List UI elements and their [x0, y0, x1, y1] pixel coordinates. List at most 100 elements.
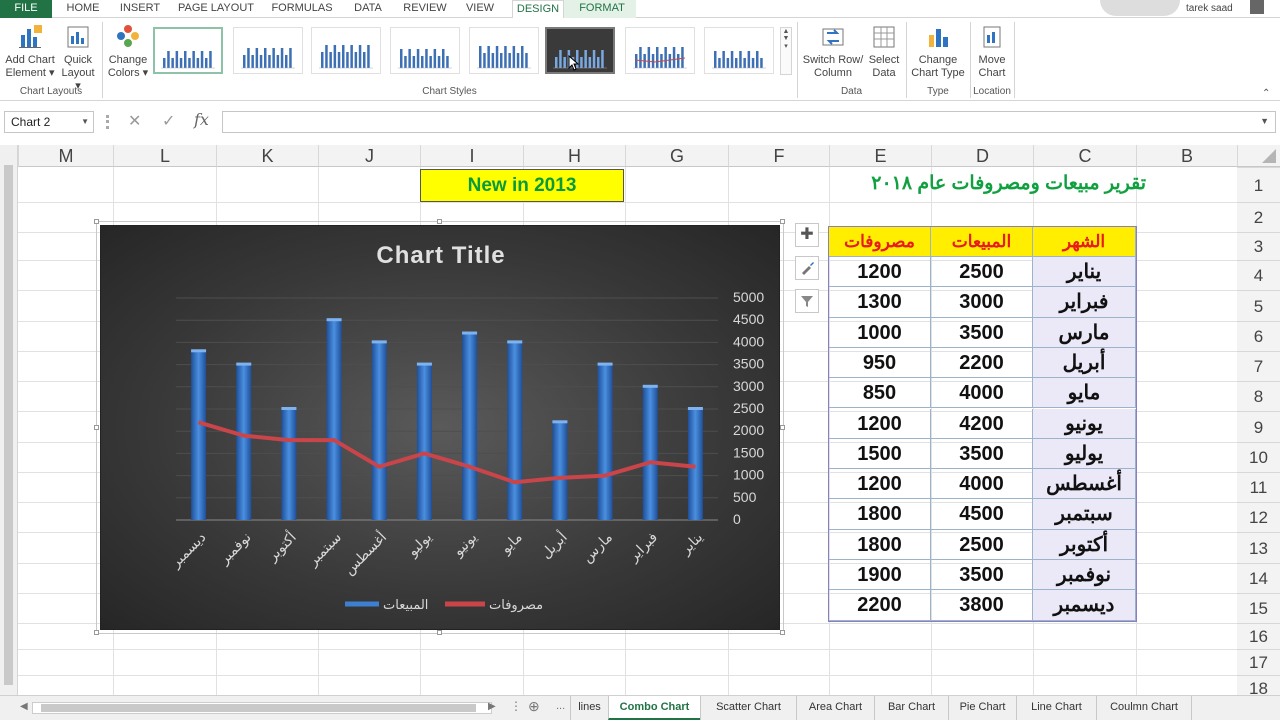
table-cell-expenses[interactable]: 1900: [829, 560, 931, 591]
row-header[interactable]: 17: [1237, 649, 1280, 675]
table-cell-month[interactable]: أبريل: [1033, 347, 1136, 379]
tab-view[interactable]: VIEW: [460, 0, 500, 18]
horizontal-scrollbar[interactable]: [32, 702, 492, 714]
insert-function-icon[interactable]: fx: [194, 110, 209, 129]
cancel-icon[interactable]: ✕: [128, 111, 141, 131]
bar-sales[interactable]: [416, 364, 432, 520]
scroll-left-icon[interactable]: ◀: [20, 701, 28, 712]
column-header[interactable]: K: [216, 145, 318, 167]
sheet-tab-coulmn-chart[interactable]: Coulmn Chart: [1096, 696, 1192, 720]
row-header[interactable]: 2: [1237, 202, 1280, 232]
row-header[interactable]: 12: [1237, 502, 1280, 532]
table-cell-expenses[interactable]: 1800: [829, 499, 931, 530]
table-cell-sales[interactable]: 2500: [931, 529, 1033, 560]
table-cell-expenses[interactable]: 850: [829, 378, 931, 409]
table-cell-month[interactable]: ديسمبر: [1033, 590, 1136, 621]
column-header[interactable]: M: [18, 145, 113, 167]
table-cell-expenses[interactable]: 950: [829, 347, 931, 379]
more-options-icon[interactable]: ⋮: [510, 699, 522, 713]
table-cell-sales[interactable]: 3000: [931, 287, 1033, 318]
bar-sales[interactable]: [191, 351, 207, 520]
column-header[interactable]: H: [523, 145, 625, 167]
table-cell-expenses[interactable]: 1200: [829, 408, 931, 439]
table-cell-month[interactable]: سبتمبر: [1033, 499, 1136, 530]
row-header[interactable]: 13: [1237, 532, 1280, 563]
scroll-right-icon[interactable]: ▶: [488, 701, 496, 712]
name-box[interactable]: Chart 2 ▼: [4, 111, 94, 133]
resize-handle[interactable]: [437, 219, 442, 224]
gallery-scroll[interactable]: ▲ ▼ ▾: [780, 27, 792, 75]
column-header[interactable]: C: [1033, 145, 1136, 167]
table-cell-month[interactable]: يوليو: [1033, 438, 1136, 470]
row-header[interactable]: 9: [1237, 411, 1280, 442]
table-cell-sales[interactable]: 3500: [931, 438, 1033, 470]
table-cell-expenses[interactable]: 1200: [829, 257, 931, 288]
tab-file[interactable]: FILE: [0, 0, 52, 18]
tab-page-layout[interactable]: PAGE LAYOUT: [174, 0, 258, 18]
column-header[interactable]: D: [931, 145, 1033, 167]
table-cell-expenses[interactable]: 1200: [829, 469, 931, 500]
column-header[interactable]: E: [829, 145, 931, 167]
bar-sales[interactable]: [642, 386, 658, 520]
sheet-tab-bar-chart[interactable]: Bar Chart: [874, 696, 948, 720]
sheet-tab-combo-chart[interactable]: Combo Chart: [608, 696, 700, 720]
table-cell-month[interactable]: يناير: [1033, 257, 1136, 288]
legend-label-sales[interactable]: المبيعات: [383, 598, 428, 613]
sheet-tab-scatter-chart[interactable]: Scatter Chart: [700, 696, 796, 720]
row-header[interactable]: 4: [1237, 260, 1280, 290]
row-header[interactable]: 18: [1237, 675, 1280, 695]
row-header[interactable]: 7: [1237, 351, 1280, 381]
table-header-cell[interactable]: الشهر: [1033, 227, 1136, 257]
row-header[interactable]: 5: [1237, 290, 1280, 321]
collapse-ribbon-icon[interactable]: ⌃: [1262, 88, 1270, 99]
table-cell-expenses[interactable]: 2200: [829, 590, 931, 621]
resize-handle[interactable]: [780, 219, 785, 224]
column-header[interactable]: J: [318, 145, 420, 167]
user-name[interactable]: tarek saad: [1186, 3, 1233, 14]
table-cell-sales[interactable]: 2500: [931, 257, 1033, 288]
table-header-cell[interactable]: مصروفات: [829, 227, 931, 257]
table-cell-expenses[interactable]: 1500: [829, 438, 931, 470]
more-sheets-icon[interactable]: ...: [556, 700, 565, 712]
table-cell-month[interactable]: يونيو: [1033, 408, 1136, 439]
row-header[interactable]: 6: [1237, 321, 1280, 351]
column-header[interactable]: G: [625, 145, 728, 167]
vertical-scrollbar[interactable]: [0, 145, 18, 695]
scroll-thumb[interactable]: [4, 165, 13, 685]
bar-sales[interactable]: [281, 409, 297, 520]
row-header[interactable]: 14: [1237, 563, 1280, 593]
tab-format[interactable]: FORMAT: [572, 0, 632, 18]
legend-label-expenses[interactable]: مصروفات: [489, 598, 543, 613]
table-cell-expenses[interactable]: 1000: [829, 317, 931, 348]
row-header[interactable]: 16: [1237, 623, 1280, 649]
formula-input[interactable]: ▼: [222, 111, 1276, 133]
enter-icon[interactable]: ✓: [162, 111, 175, 131]
table-header-cell[interactable]: المبيعات: [931, 227, 1033, 257]
new-sheet-icon[interactable]: ⊕: [528, 698, 540, 715]
tab-data[interactable]: DATA: [346, 0, 390, 18]
move-chart-button[interactable]: Move Chart: [972, 23, 1012, 80]
row-header[interactable]: 3: [1237, 232, 1280, 260]
table-cell-month[interactable]: فبراير: [1033, 287, 1136, 318]
tab-review[interactable]: REVIEW: [398, 0, 452, 18]
column-header[interactable]: F: [728, 145, 829, 167]
scroll-thumb[interactable]: [41, 704, 476, 712]
switch-row-column-button[interactable]: Switch Row/ Column: [800, 23, 866, 80]
bar-sales[interactable]: [552, 422, 568, 520]
table-cell-month[interactable]: نوفمبر: [1033, 560, 1136, 591]
row-header[interactable]: 1: [1237, 167, 1280, 202]
table-cell-month[interactable]: مايو: [1033, 378, 1136, 409]
table-cell-sales[interactable]: 4500: [931, 499, 1033, 530]
tab-insert[interactable]: INSERT: [114, 0, 166, 18]
table-cell-sales[interactable]: 3500: [931, 317, 1033, 348]
change-chart-type-button[interactable]: Change Chart Type: [909, 23, 967, 80]
tab-design[interactable]: DESIGN: [512, 0, 564, 19]
resize-handle[interactable]: [106, 115, 109, 129]
column-header[interactable]: B: [1136, 145, 1237, 167]
table-cell-month[interactable]: أغسطس: [1033, 469, 1136, 500]
chevron-down-icon[interactable]: ▼: [81, 112, 89, 132]
chart-elements-button[interactable]: ✚: [795, 223, 819, 247]
row-header[interactable]: 10: [1237, 442, 1280, 472]
bar-sales[interactable]: [507, 342, 523, 520]
table-cell-sales[interactable]: 3800: [931, 590, 1033, 621]
